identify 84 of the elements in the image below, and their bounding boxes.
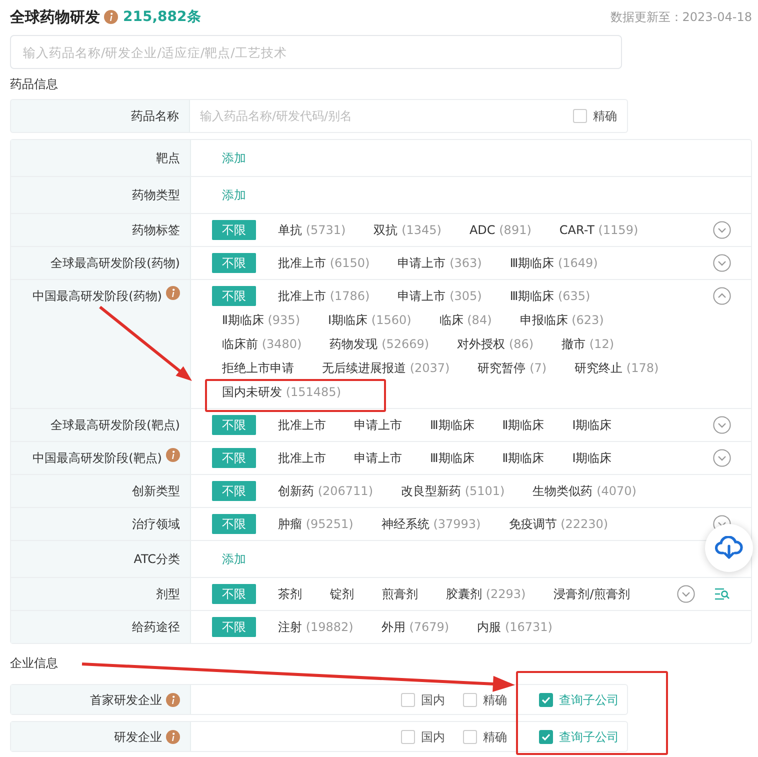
drug-name-field[interactable]: 输入药品名称/研发代码/别名 精确 <box>190 99 628 133</box>
option-checkbox[interactable]: 国内 <box>401 690 445 710</box>
filter-label: 创新类型 <box>132 483 180 500</box>
expand-icon[interactable] <box>713 221 731 239</box>
filter-option[interactable]: 撤市 (12) <box>562 337 614 351</box>
filter-option[interactable]: 外用 (7679) <box>381 620 450 634</box>
filter-option[interactable]: 申报临床 (623) <box>520 313 604 327</box>
filter-option[interactable]: 对外授权 (86) <box>457 337 534 351</box>
filter-label: 全球最高研发阶段(靶点) <box>50 417 180 434</box>
page-title: 全球药物研发 <box>10 7 100 27</box>
filter-option[interactable]: 申请上市 <box>354 418 402 432</box>
filter-option[interactable]: 批准上市 (6150) <box>278 256 370 270</box>
filter-label: 治疗领域 <box>132 516 180 533</box>
filter-option[interactable]: Ⅰ期临床 (1560) <box>328 313 412 327</box>
filter-option[interactable]: Ⅰ期临床 <box>572 451 612 465</box>
filter-label: 给药途径 <box>132 619 180 636</box>
download-button[interactable] <box>705 524 753 572</box>
filter-label: 靶点 <box>156 150 180 167</box>
filter-option[interactable]: 药物发现 (52669) <box>330 337 430 351</box>
filter-option[interactable]: 改良型新药 (5101) <box>401 484 505 498</box>
field-label: 药品名称 <box>10 99 190 133</box>
filter-option[interactable]: 内服 (16731) <box>477 620 552 634</box>
filter-option[interactable]: 创新药 (206711) <box>278 484 373 498</box>
update-date: 数据更新至：2023-04-18 <box>610 9 752 26</box>
filter-label: 首家研发企业 <box>90 692 162 708</box>
filter-option[interactable]: 双抗 (1345) <box>374 223 442 237</box>
option-checkbox[interactable]: 精确 <box>463 726 507 746</box>
record-count: 215,882条 <box>123 8 201 27</box>
filter-option[interactable]: 批准上市 <box>278 451 326 465</box>
section-title: 药品信息 <box>10 76 58 93</box>
filter-option[interactable]: 拒绝上市申请 <box>222 361 294 375</box>
filter-option[interactable]: ADC (891) <box>469 223 532 237</box>
option-checkbox[interactable]: 国内 <box>401 726 445 746</box>
filter-label: 研发企业 <box>114 728 162 746</box>
cloud-download-icon <box>715 536 743 560</box>
filter-option[interactable]: 研究暂停 (7) <box>478 361 547 375</box>
option-checkbox[interactable]: 精确 <box>463 690 507 710</box>
filter-label: 药物标签 <box>132 222 180 239</box>
filter-option[interactable]: 神经系统 (37993) <box>381 517 481 531</box>
expand-icon[interactable] <box>713 416 731 434</box>
filter-label: 中国最高研发阶段(药物) <box>32 288 162 305</box>
filter-option[interactable]: 煎膏剂 <box>382 587 418 601</box>
filter-label: ATC分类 <box>134 551 180 568</box>
filter-option[interactable]: 肿瘤 (95251) <box>278 517 354 531</box>
filter-option[interactable]: Ⅲ期临床 <box>430 451 474 465</box>
expand-icon[interactable] <box>713 254 731 272</box>
filter-label: 中国最高研发阶段(靶点) <box>32 450 162 467</box>
filter-option[interactable]: Ⅰ期临床 <box>572 418 612 432</box>
filter-option[interactable]: 生物类似药 (4070) <box>532 484 636 498</box>
filter-label: 药物类型 <box>132 187 180 204</box>
filter-option[interactable]: 申请上市 (363) <box>398 256 482 270</box>
expand-icon[interactable] <box>677 585 695 603</box>
filter-option[interactable]: Ⅲ期临床 (635) <box>510 289 590 303</box>
filter-option[interactable]: 单抗 (5731) <box>278 223 346 237</box>
filter-label: 剂型 <box>156 586 180 603</box>
filter-option[interactable]: 研究终止 (178) <box>574 361 659 375</box>
section-title: 企业信息 <box>10 655 58 672</box>
exact-checkbox[interactable]: 精确 <box>573 106 617 126</box>
filter-option[interactable]: Ⅱ期临床 <box>502 418 544 432</box>
filter-option[interactable]: 注射 (19882) <box>278 620 354 634</box>
filter-option[interactable]: Ⅲ期临床 (1649) <box>510 256 598 270</box>
filter-option[interactable]: 浸膏剂/煎膏剂 <box>554 587 630 601</box>
filter-option[interactable]: Ⅱ期临床 (935) <box>222 313 300 327</box>
filter-option[interactable]: Ⅲ期临床 <box>430 418 474 432</box>
filter-label: 全球最高研发阶段(药物) <box>50 255 180 272</box>
filter-option[interactable]: CAR-T (1159) <box>559 223 638 237</box>
filter-option[interactable]: 临床 (84) <box>439 313 492 327</box>
filter-option[interactable]: 胶囊剂 (2293) <box>446 587 526 601</box>
search-field[interactable]: 输入药品名称/研发企业/适应症/靶点/工艺技术 <box>10 35 622 69</box>
collapse-icon[interactable] <box>713 287 731 305</box>
check-icon <box>541 694 551 704</box>
filter-option[interactable]: 无后续进展报道 (2037) <box>322 361 450 375</box>
filter-option[interactable]: 申请上市 (305) <box>398 289 482 303</box>
expand-icon[interactable] <box>713 449 731 467</box>
filter-option[interactable]: 临床前 (3480) <box>222 337 302 351</box>
filter-option[interactable]: Ⅱ期临床 <box>502 451 544 465</box>
filter-option[interactable]: 免疫调节 (22230) <box>508 517 608 531</box>
filter-option[interactable]: 茶剂 <box>278 587 302 601</box>
filter-option[interactable]: 申请上市 <box>354 451 402 465</box>
filter-option[interactable]: 批准上市 (1786) <box>278 289 370 303</box>
filter-option[interactable]: 国内未研发 (151485) <box>222 385 341 399</box>
filter-option[interactable]: 批准上市 <box>278 418 326 432</box>
filter-option[interactable]: 锭剂 <box>330 587 354 601</box>
check-icon <box>541 732 551 742</box>
